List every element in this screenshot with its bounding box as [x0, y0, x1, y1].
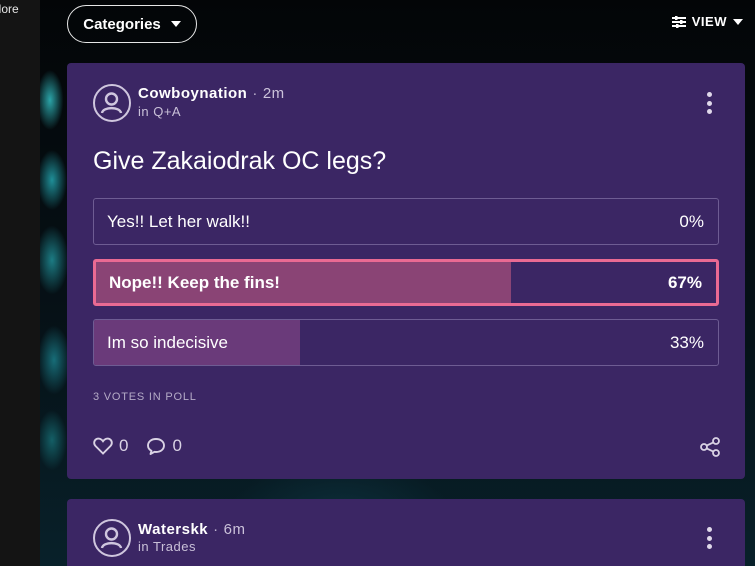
- caret-down-icon: [170, 21, 181, 27]
- poll-option-label: Im so indecisive: [107, 332, 228, 352]
- sidebar: plore: [0, 0, 40, 566]
- poll-option-label: Yes!! Let her walk!!: [107, 211, 251, 231]
- post-author-line: Cowboynation · 2m: [138, 85, 285, 102]
- poll-vote-count: 3 VOTES IN POLL: [93, 391, 197, 403]
- like-count: 0: [119, 436, 129, 455]
- user-icon: [100, 92, 123, 114]
- author-name[interactable]: Waterskk: [138, 521, 208, 538]
- comment-icon: [147, 437, 166, 455]
- share-icon[interactable]: [699, 437, 721, 462]
- poll-option-percent: 67%: [667, 272, 702, 292]
- caret-down-icon: [733, 18, 743, 25]
- post-channel[interactable]: in Q+A: [138, 104, 181, 119]
- post-actions: 0 0: [93, 436, 182, 456]
- app-root: plore Categories VIEW Cowboynation·2m in: [0, 0, 755, 566]
- post-card[interactable]: Cowboynation · 2m in Q+A Give Zakaiodrak O…: [67, 63, 745, 479]
- author-name[interactable]: Cowboynation: [138, 85, 247, 102]
- more-options-icon[interactable]: [703, 527, 715, 549]
- separator-dot: ·: [213, 521, 219, 538]
- comment-count: 0: [172, 436, 182, 455]
- post-time: 2m: [262, 85, 285, 102]
- poll-option-percent: 0%: [679, 211, 704, 231]
- like-button[interactable]: 0: [93, 436, 128, 456]
- poll-option-label: Nope!! Keep the fins!: [109, 272, 280, 292]
- poll-option[interactable]: Im so indecisive 33%: [93, 319, 719, 366]
- user-icon: [100, 527, 123, 549]
- sidebar-explore-label[interactable]: plore: [0, 2, 19, 16]
- categories-label: Categories: [83, 15, 161, 33]
- avatar[interactable]: [93, 84, 131, 122]
- avatar[interactable]: [93, 519, 131, 557]
- sliders-icon: [671, 15, 686, 28]
- separator-dot: ·: [252, 85, 258, 102]
- post-author-line: Waterskk · 6m: [138, 521, 246, 538]
- heart-icon: [93, 437, 113, 455]
- categories-button[interactable]: Categories: [67, 5, 197, 43]
- poll-option-percent: 33%: [669, 332, 704, 352]
- post-card[interactable]: Waterskk · 6m in Trades: [67, 499, 745, 566]
- more-options-icon[interactable]: [703, 92, 715, 114]
- post-time: 6m: [223, 521, 246, 538]
- poll-question: Give Zakaiodrak OC legs?: [93, 147, 387, 175]
- poll-option[interactable]: Yes!! Let her walk!! 0%: [93, 198, 719, 245]
- poll-option-selected[interactable]: Nope!! Keep the fins! 67%: [93, 259, 719, 306]
- comment-button[interactable]: 0: [146, 436, 182, 456]
- post-channel[interactable]: in Trades: [138, 539, 196, 554]
- view-button[interactable]: VIEW: [671, 14, 743, 29]
- view-label: VIEW: [691, 14, 727, 29]
